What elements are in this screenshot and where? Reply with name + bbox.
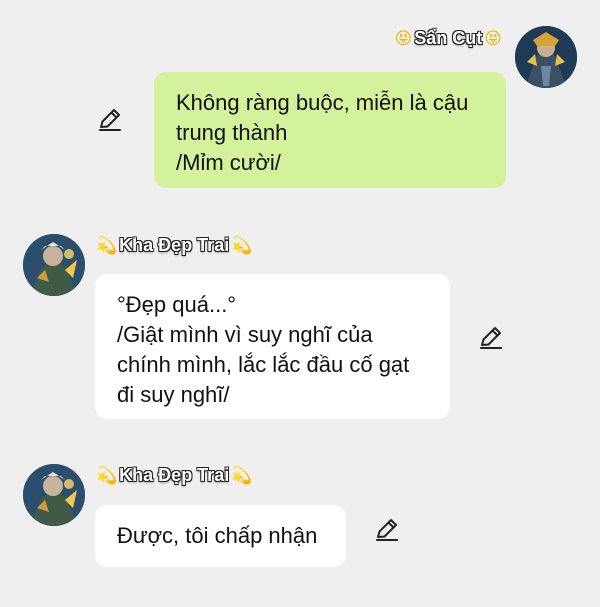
message-bubble[interactable]: Không ràng buộc, miễn là cậu trung thành… [154, 72, 506, 188]
sender-name: 😝 Sẩn Cụt 😝 [395, 28, 502, 49]
avatar-image [515, 26, 577, 88]
avatar[interactable] [23, 464, 85, 526]
dizzy-star-icon: 💫 [96, 465, 118, 486]
pencil-icon[interactable] [477, 324, 505, 352]
avatar-image [23, 464, 85, 526]
sender-name-text: Sẩn Cụt [414, 28, 483, 48]
dizzy-star-icon: 💫 [96, 235, 118, 256]
laughing-face-icon: 😝 [394, 28, 413, 49]
avatar-image [23, 234, 85, 296]
laughing-face-icon: 😝 [484, 28, 502, 49]
sender-name: 💫 Kha Đẹp Trai 💫 [96, 235, 252, 256]
sender-name-text: Kha Đẹp Trai [119, 235, 230, 255]
message-bubble[interactable]: °Đẹp quá...° /Giật mình vì suy nghĩ của … [95, 274, 450, 419]
pencil-icon[interactable] [373, 516, 401, 544]
sender-name: 💫 Kha Đẹp Trai 💫 [96, 465, 252, 486]
avatar[interactable] [515, 26, 577, 88]
sender-name-text: Kha Đẹp Trai [119, 465, 230, 485]
pencil-icon[interactable] [96, 106, 124, 134]
dizzy-star-icon: 💫 [231, 235, 253, 256]
avatar[interactable] [23, 234, 85, 296]
dizzy-star-icon: 💫 [231, 465, 253, 486]
chat-thread: 😝 Sẩn Cụt 😝 Không ràng buộc, miễn là cậu… [0, 0, 600, 607]
message-bubble[interactable]: Được, tôi chấp nhận [95, 505, 346, 567]
